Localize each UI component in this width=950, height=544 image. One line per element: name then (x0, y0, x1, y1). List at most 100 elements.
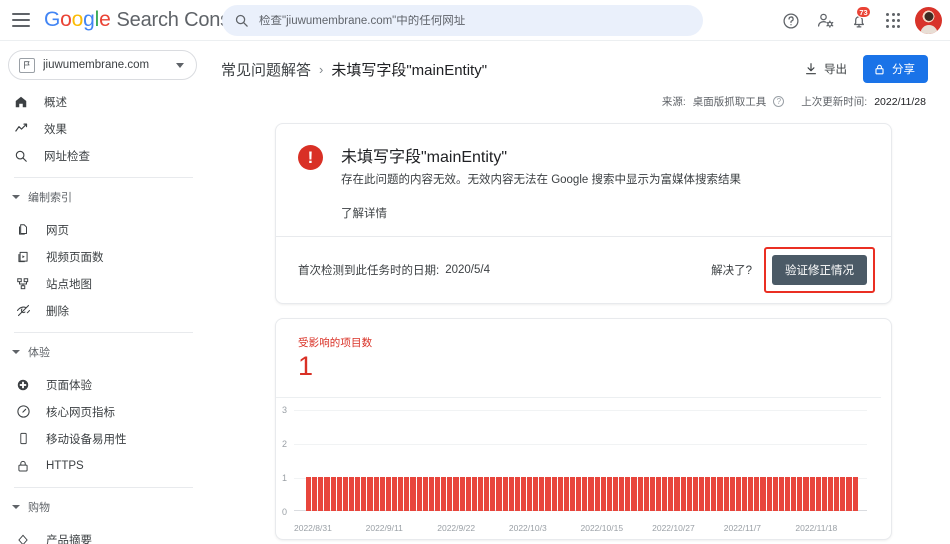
chart-bar[interactable] (760, 477, 766, 511)
chart-bar[interactable] (748, 477, 754, 511)
chart-bar[interactable] (533, 477, 539, 511)
chart-bar[interactable] (613, 477, 619, 511)
chart-bar[interactable] (447, 477, 453, 511)
chart-bar[interactable] (711, 477, 717, 511)
sidebar-group-shopping[interactable]: 购物 (0, 496, 207, 518)
chart-bar[interactable] (508, 477, 514, 511)
chart-bar[interactable] (723, 477, 729, 511)
chart-bar[interactable] (570, 477, 576, 511)
url-inspection-search-box[interactable] (222, 5, 703, 36)
chart-bar[interactable] (699, 477, 705, 511)
chart-bar[interactable] (735, 477, 741, 511)
chart-bar[interactable] (477, 477, 484, 511)
sidebar-group-experience[interactable]: 体验 (0, 341, 207, 363)
search-input[interactable] (259, 14, 703, 27)
chart-bar[interactable] (484, 477, 490, 511)
sidebar-item-mobile-usability[interactable]: 移动设备易用性 (0, 425, 207, 452)
chart-bar[interactable] (619, 477, 625, 511)
chart-bar[interactable] (827, 477, 834, 511)
chart-bar[interactable] (348, 477, 355, 511)
chart-bar[interactable] (631, 477, 637, 511)
chart-bar[interactable] (692, 477, 698, 511)
chart-bar[interactable] (772, 477, 778, 511)
chart-bar[interactable] (766, 477, 772, 511)
chart-bar[interactable] (465, 477, 471, 511)
share-button[interactable]: 分享 (863, 55, 928, 83)
apps-grid-icon[interactable] (878, 6, 908, 36)
chart-bar[interactable] (361, 477, 367, 511)
chart-bar[interactable] (846, 477, 852, 511)
chart-bar[interactable] (815, 477, 821, 511)
chart-bar[interactable] (490, 477, 496, 511)
chart-bar[interactable] (809, 477, 815, 511)
help-circle-icon[interactable]: ? (773, 96, 785, 107)
chart-bar[interactable] (778, 477, 784, 511)
sidebar-item-removals[interactable]: 删除 (0, 297, 207, 324)
account-settings-icon[interactable] (810, 6, 840, 36)
chart-bar[interactable] (306, 477, 312, 511)
chart-bar[interactable] (551, 477, 557, 511)
chart-bar[interactable] (656, 477, 662, 511)
chart-bar[interactable] (563, 477, 570, 511)
chart-bar[interactable] (686, 477, 692, 511)
chart-bar[interactable] (318, 477, 324, 511)
breadcrumb-parent[interactable]: 常见问题解答 (221, 59, 311, 80)
chart-bar[interactable] (471, 477, 477, 511)
notifications-bell-icon[interactable]: 73 (844, 5, 874, 36)
chart-bar[interactable] (588, 477, 594, 511)
sidebar-group-indexing[interactable]: 编制索引 (0, 186, 207, 208)
sidebar-item-sitemaps[interactable]: 站点地图 (0, 270, 207, 297)
chart-bar[interactable] (741, 477, 748, 511)
chart-bar[interactable] (784, 477, 791, 511)
chart-bar[interactable] (576, 477, 582, 511)
sidebar-item-url-inspection[interactable]: 网址检查 (0, 142, 207, 169)
chart-bar[interactable] (336, 477, 342, 511)
chart-bar[interactable] (668, 477, 674, 511)
chart-bar[interactable] (803, 477, 809, 511)
chart-bar[interactable] (514, 477, 520, 511)
chart-bar[interactable] (367, 477, 373, 511)
chart-bar[interactable] (557, 477, 563, 511)
chart-bar[interactable] (520, 477, 527, 511)
chart-bar[interactable] (404, 477, 410, 511)
chart-bar[interactable] (662, 477, 668, 511)
chart-bar[interactable] (434, 477, 441, 511)
chart-bar[interactable] (840, 477, 846, 511)
chart-bar[interactable] (342, 477, 348, 511)
chart-bar[interactable] (330, 477, 336, 511)
chart-bar[interactable] (797, 477, 803, 511)
sidebar-item-performance[interactable]: 效果 (0, 115, 207, 142)
chart-bar[interactable] (502, 477, 508, 511)
chart-bar[interactable] (582, 477, 588, 511)
chart-bar[interactable] (649, 477, 656, 511)
property-selector[interactable]: jiuwumembrane.com (8, 50, 197, 80)
chart-bar[interactable] (398, 477, 404, 511)
sidebar-item-video-pages[interactable]: 视频页面数 (0, 243, 207, 270)
export-button[interactable]: 导出 (798, 57, 853, 81)
chart-bar[interactable] (453, 477, 459, 511)
sidebar-item-https[interactable]: HTTPS (0, 452, 207, 479)
chart-bar[interactable] (674, 477, 680, 511)
chart-bar[interactable] (539, 477, 545, 511)
chart-bar[interactable] (379, 477, 385, 511)
chart-bar[interactable] (496, 477, 502, 511)
chart-bar[interactable] (680, 477, 686, 511)
hamburger-menu-icon[interactable] (12, 13, 32, 27)
sidebar-item-core-web-vitals[interactable]: 核心网页指标 (0, 398, 207, 425)
chart-bar[interactable] (527, 477, 533, 511)
chart-bar[interactable] (459, 477, 465, 511)
sidebar-item-pages[interactable]: 网页 (0, 216, 207, 243)
chart-bar[interactable] (791, 477, 797, 511)
chart-bar[interactable] (385, 477, 391, 511)
chart-bar[interactable] (637, 477, 643, 511)
learn-more-link[interactable]: 了解详情 (341, 205, 387, 221)
chart-bar[interactable] (355, 477, 361, 511)
chart-bar[interactable] (324, 477, 330, 511)
chart-bar[interactable] (545, 477, 551, 511)
chart-bar[interactable] (606, 477, 613, 511)
chart-bar[interactable] (600, 477, 606, 511)
sidebar-item-product-snippets[interactable]: 产品摘要 (0, 526, 207, 544)
sidebar-item-overview[interactable]: 概述 (0, 88, 207, 115)
chart-bar[interactable] (410, 477, 416, 511)
chart-bar[interactable] (717, 477, 723, 511)
